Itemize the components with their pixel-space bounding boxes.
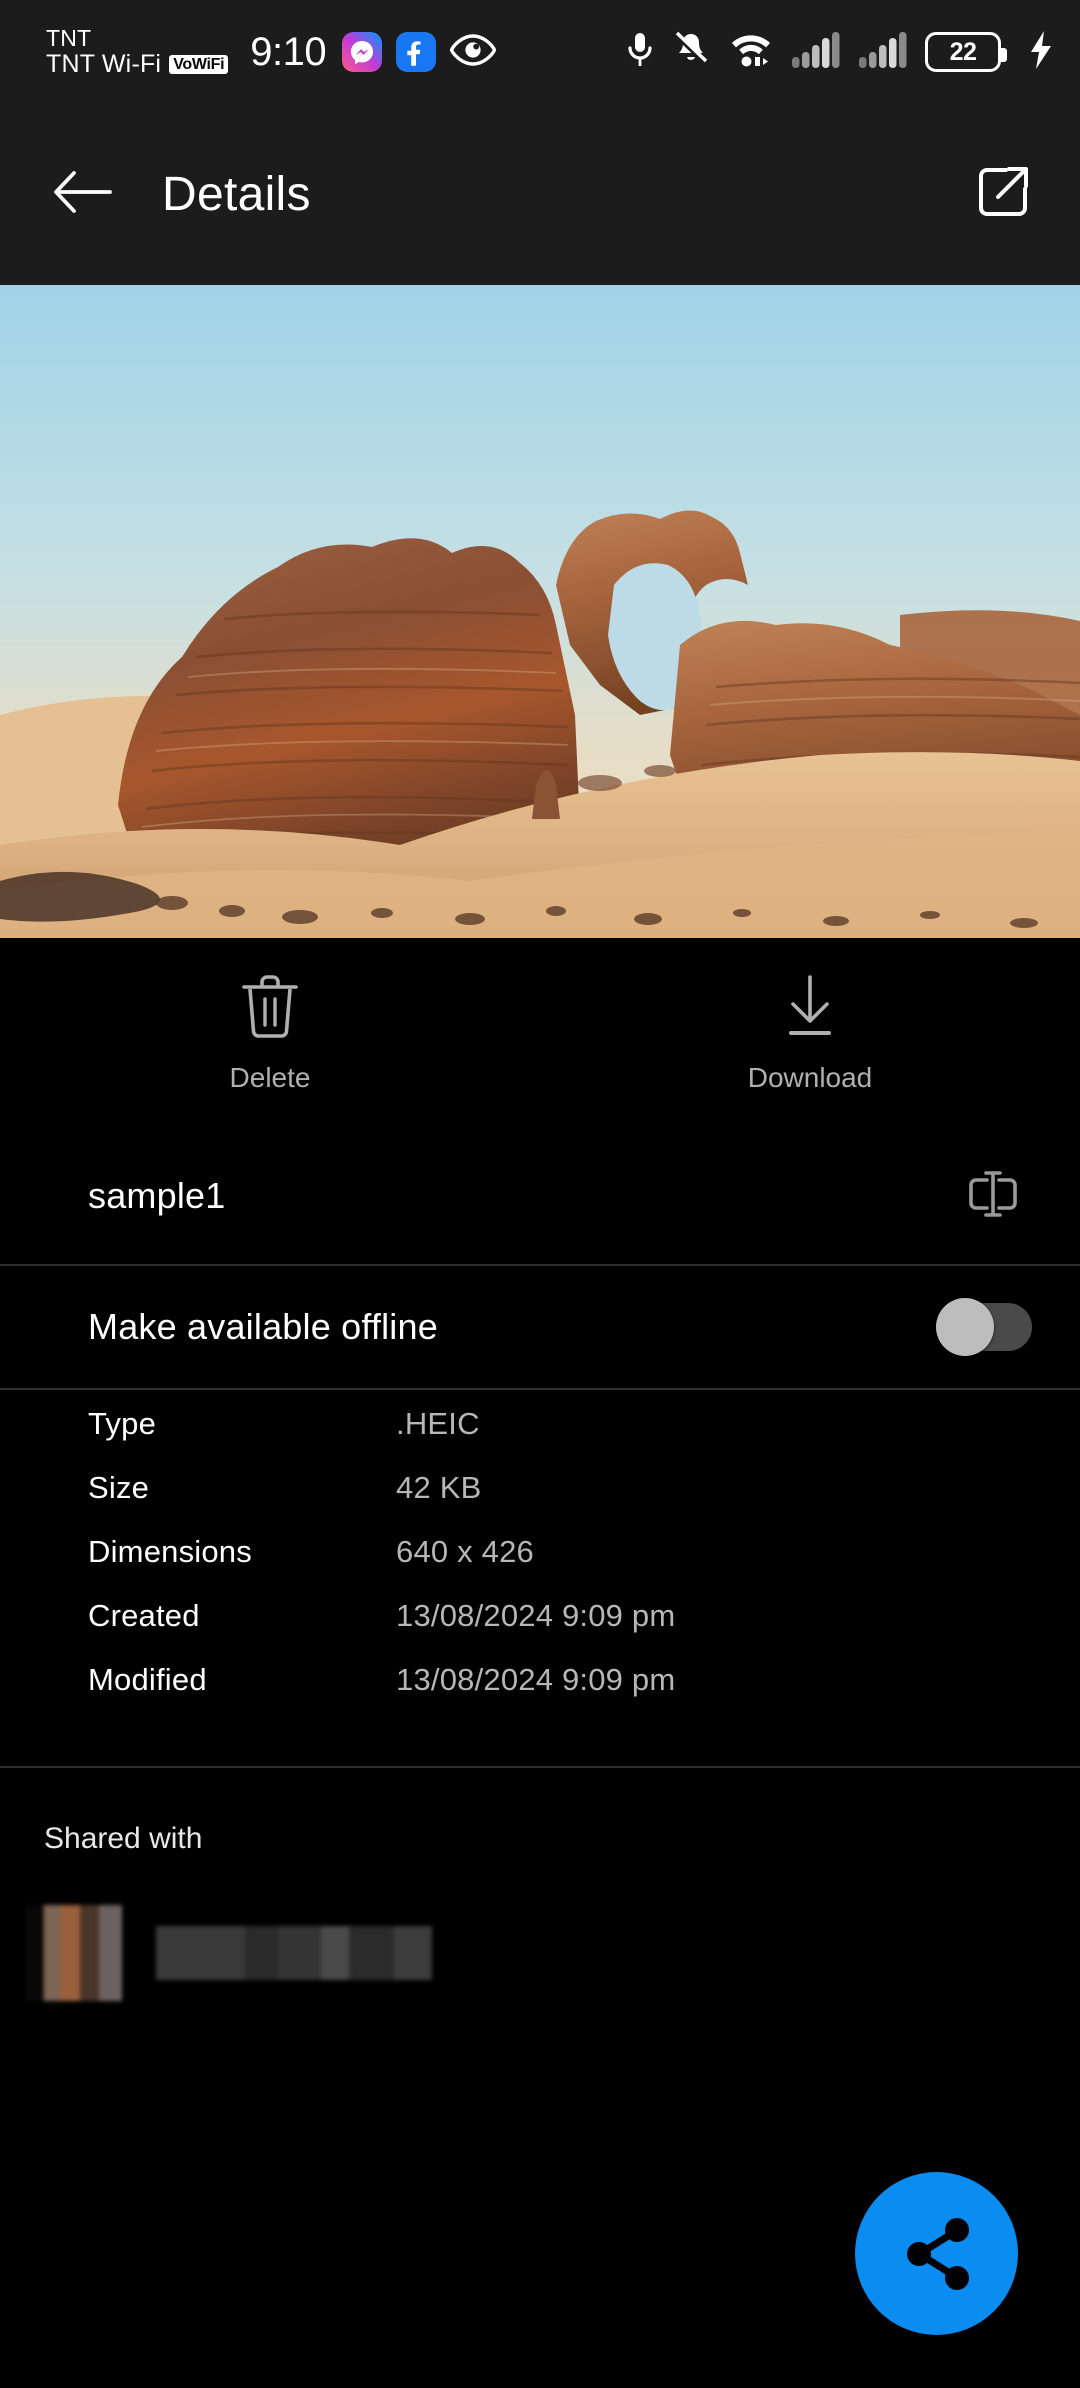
metadata-key: Created [88, 1598, 200, 1633]
share-fab-surface [855, 2172, 1018, 2335]
metadata-key: Size [88, 1470, 150, 1505]
download-arrow-icon [779, 973, 841, 1044]
filename-row: sample1 [0, 1128, 1080, 1264]
lightning-bolt-icon [1028, 30, 1054, 75]
metadata-value: 640 x 426 [396, 1534, 534, 1569]
delete-action[interactable]: Delete [0, 938, 540, 1128]
rename-button[interactable] [954, 1157, 1032, 1235]
details-screen: TNT TNT Wi-Fi VoWiFi 9:10 22 Details Del… [0, 0, 1080, 2388]
divider-offline [0, 1388, 1080, 1390]
metadata-value: .HEIC [396, 1406, 480, 1441]
download-action[interactable]: Download [540, 938, 1080, 1128]
microphone-icon [626, 30, 654, 75]
file-name: sample1 [88, 1175, 226, 1216]
app-bar: Details [0, 104, 1080, 285]
signal-sim2-icon [858, 31, 908, 74]
avatar [26, 1905, 122, 2001]
carrier-name-wifi: TNT Wi-Fi [46, 49, 162, 78]
status-bar: TNT TNT Wi-Fi VoWiFi 9:10 22 [0, 0, 1080, 104]
shared-contact-name [156, 1926, 432, 1980]
messenger-icon [342, 32, 383, 72]
offline-toggle[interactable] [936, 1298, 1032, 1356]
toggle-knob [936, 1298, 994, 1356]
page-title: Details [162, 168, 311, 221]
carrier-wifi-row: TNT Wi-Fi VoWiFi [46, 49, 229, 78]
metadata-table: Type .HEIC Size 42 KB Dimensions 640 x 4… [0, 1392, 1080, 1712]
back-button[interactable] [46, 158, 120, 232]
photo-preview[interactable] [0, 285, 1080, 938]
arrow-left-icon [52, 166, 114, 223]
eye-icon [449, 33, 497, 72]
offline-label: Make available offline [88, 1306, 438, 1347]
desert-arch-photo [0, 285, 1080, 938]
open-external-icon [975, 164, 1031, 225]
vowifi-badge: VoWiFi [169, 54, 229, 75]
wifi-calling-icon [728, 31, 774, 74]
metadata-key: Dimensions [88, 1534, 252, 1569]
status-clock: 9:10 [250, 29, 327, 74]
shared-with-title: Shared with [44, 1822, 203, 1855]
metadata-row: Size 42 KB [88, 1456, 1032, 1520]
metadata-value: 13/08/2024 9:09 pm [396, 1662, 676, 1697]
metadata-row: Created 13/08/2024 9:09 pm [88, 1584, 1032, 1648]
download-label: Download [747, 1061, 873, 1093]
metadata-value: 13/08/2024 9:09 pm [396, 1598, 676, 1633]
carrier-info: TNT TNT Wi-Fi VoWiFi [46, 25, 229, 78]
carrier-name-primary: TNT [46, 25, 92, 52]
metadata-key: Type [88, 1406, 157, 1441]
offline-row[interactable]: Make available offline [0, 1266, 1080, 1388]
action-row: Delete Download [0, 938, 1080, 1128]
text-cursor-rename-icon [963, 1164, 1023, 1229]
notification-icons [342, 32, 497, 72]
share-fab[interactable] [855, 2172, 1018, 2335]
battery-indicator: 22 [925, 32, 1007, 72]
metadata-row: Modified 13/08/2024 9:09 pm [88, 1648, 1032, 1712]
signal-sim1-icon [791, 31, 841, 74]
open-in-button[interactable] [966, 158, 1040, 232]
divider-metadata [0, 1766, 1080, 1768]
delete-label: Delete [229, 1061, 311, 1093]
facebook-icon [396, 32, 437, 72]
notifications-off-icon [671, 30, 711, 75]
battery-level-text: 22 [949, 37, 977, 66]
metadata-key: Modified [88, 1662, 207, 1697]
metadata-value: 42 KB [396, 1470, 482, 1505]
metadata-row: Type .HEIC [88, 1392, 1032, 1456]
trash-icon [239, 973, 301, 1044]
metadata-row: Dimensions 640 x 426 [88, 1520, 1032, 1584]
shared-with-list-item[interactable] [26, 1905, 432, 2001]
system-status-icons: 22 [626, 30, 1054, 75]
